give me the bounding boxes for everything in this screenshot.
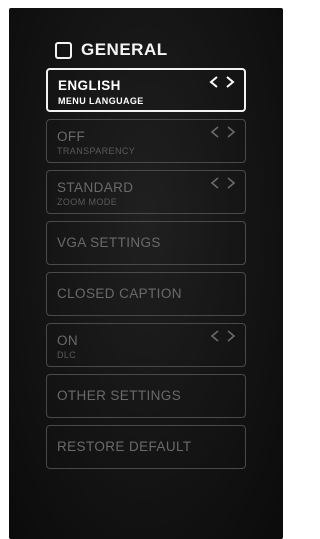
dlc-label: DLC (57, 350, 77, 360)
transparency-option[interactable]: OFF TRANSPARENCY (46, 119, 246, 163)
zoom-mode-option[interactable]: STANDARD ZOOM MODE (46, 170, 246, 214)
restore-default-button[interactable]: RESTORE DEFAULT (46, 425, 246, 469)
chevron-right-icon[interactable] (225, 75, 235, 89)
closed-caption-button[interactable]: CLOSED CAPTION (46, 272, 246, 316)
chevron-left-icon[interactable] (210, 329, 220, 343)
dlc-option[interactable]: ON DLC (46, 323, 246, 367)
zoom-mode-value: STANDARD (57, 180, 134, 195)
chevron-right-icon[interactable] (226, 176, 236, 190)
other-settings-label: OTHER SETTINGS (57, 388, 182, 403)
other-settings-button[interactable]: OTHER SETTINGS (46, 374, 246, 418)
option-arrows (209, 75, 235, 89)
option-arrows (210, 329, 236, 343)
chevron-right-icon[interactable] (226, 125, 236, 139)
chevron-left-icon[interactable] (209, 75, 219, 89)
section-header: GENERAL (55, 38, 168, 62)
vga-settings-label: VGA SETTINGS (57, 235, 161, 250)
option-arrows (210, 176, 236, 190)
vga-settings-button[interactable]: VGA SETTINGS (46, 221, 246, 265)
dlc-value: ON (57, 333, 79, 348)
transparency-label: TRANSPARENCY (57, 146, 136, 156)
section-title: GENERAL (81, 40, 168, 59)
chevron-right-icon[interactable] (226, 329, 236, 343)
menu-language-value: ENGLISH (58, 78, 121, 93)
option-arrows (210, 125, 236, 139)
chevron-left-icon[interactable] (210, 125, 220, 139)
transparency-value: OFF (57, 129, 86, 144)
chevron-left-icon[interactable] (210, 176, 220, 190)
menu-language-option[interactable]: ENGLISH MENU LANGUAGE (46, 68, 246, 112)
checkbox-icon (55, 41, 72, 59)
zoom-mode-label: ZOOM MODE (57, 197, 118, 207)
closed-caption-label: CLOSED CAPTION (57, 286, 182, 301)
restore-default-label: RESTORE DEFAULT (57, 439, 192, 454)
settings-menu: ENGLISH MENU LANGUAGE OFF TRANSPARENCY S… (46, 68, 246, 476)
menu-language-label: MENU LANGUAGE (58, 96, 144, 106)
